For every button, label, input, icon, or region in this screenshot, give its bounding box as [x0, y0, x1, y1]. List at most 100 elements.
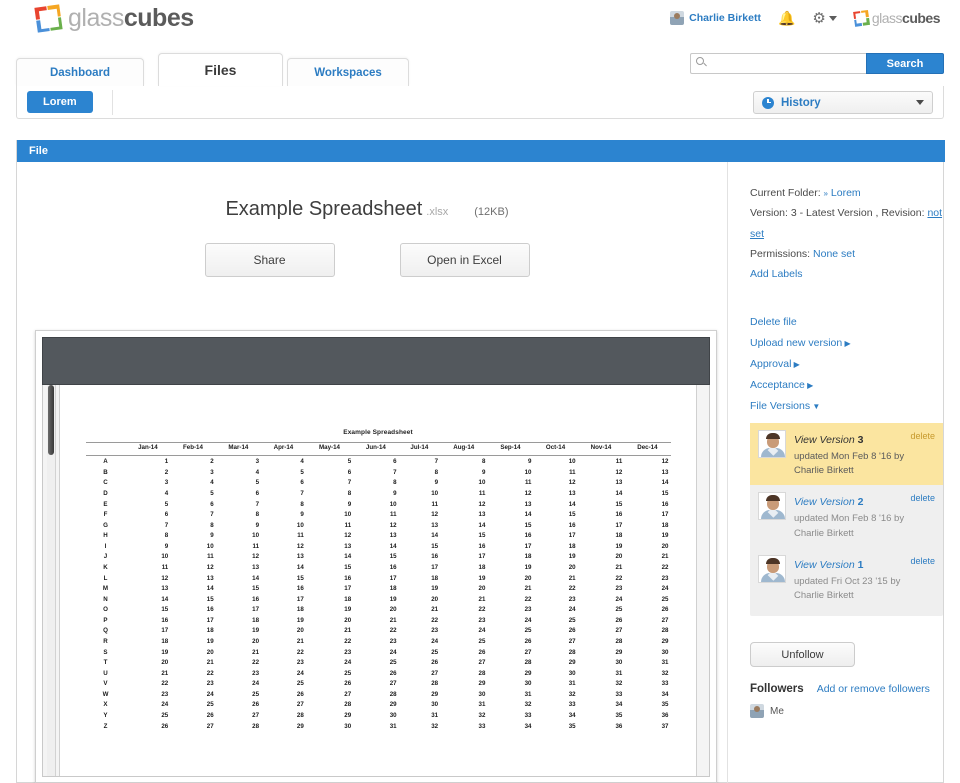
sidebar-action-label: File Versions: [750, 400, 810, 412]
spreadsheet-cell: 37: [624, 722, 670, 733]
current-folder-row: Current Folder: » Lorem: [750, 183, 945, 203]
spreadsheet-cell: 15: [399, 542, 441, 553]
sidebar-action-4[interactable]: File Versions ▼: [750, 396, 945, 417]
spreadsheet-cell: 18: [261, 605, 306, 616]
version-number: 1: [858, 559, 864, 571]
file-version-item[interactable]: View Version 3updated Mon Feb 8 '16 by C…: [750, 423, 943, 486]
viewer-scrollbar[interactable]: [47, 385, 56, 777]
view-version-link[interactable]: View Version: [794, 559, 858, 571]
spreadsheet-cell: 24: [399, 637, 441, 648]
spreadsheet-cell: 31: [578, 669, 625, 680]
spreadsheet-cell: 11: [126, 563, 171, 574]
spreadsheet-cell: 24: [170, 690, 215, 701]
spreadsheet-cell: 31: [534, 679, 578, 690]
spreadsheet-cell: 24: [487, 616, 533, 627]
spreadsheet-cell: 14: [399, 531, 441, 542]
spreadsheet-cell: 15: [534, 510, 578, 521]
version-author-avatar: [758, 555, 786, 583]
delete-version-link[interactable]: delete: [910, 493, 935, 503]
file-version-item[interactable]: View Version 2updated Mon Feb 8 '16 by C…: [750, 485, 943, 548]
spreadsheet-row-header: X: [86, 701, 126, 712]
spreadsheet-cell: 14: [353, 542, 398, 553]
spreadsheet-cell: 16: [353, 563, 398, 574]
delete-version-link[interactable]: delete: [910, 431, 935, 441]
history-dropdown[interactable]: History: [753, 91, 933, 114]
clock-icon: [762, 97, 774, 109]
document-viewer[interactable]: Example Spreadsheet Jan-14Feb-14Mar-14Ap…: [35, 330, 717, 783]
spreadsheet-row-header: M: [86, 584, 126, 595]
add-remove-followers-link[interactable]: Add or remove followers: [817, 683, 930, 695]
spreadsheet-row-header: E: [86, 500, 126, 511]
logo-wordmark: glasscubes: [68, 4, 194, 33]
spreadsheet-cell: 36: [624, 711, 670, 722]
spreadsheet-row-header: K: [86, 563, 126, 574]
file-version-item[interactable]: View Version 1updated Fri Oct 23 '15 by …: [750, 548, 943, 611]
app-logo[interactable]: glasscubes: [36, 4, 194, 33]
spreadsheet-cell: 25: [440, 637, 487, 648]
current-folder-link[interactable]: Lorem: [831, 187, 861, 199]
sidebar-action-0[interactable]: Delete file: [750, 312, 945, 333]
spreadsheet-cell: 27: [261, 701, 306, 712]
permissions-label: Permissions:: [750, 248, 810, 260]
sidebar-action-1[interactable]: Upload new version ▶: [750, 333, 945, 354]
spreadsheet-cell: 27: [534, 637, 578, 648]
spreadsheet-cell: 24: [534, 605, 578, 616]
spreadsheet-cell: 11: [353, 510, 398, 521]
view-version-link[interactable]: View Version: [794, 496, 858, 508]
triangle-down-icon: ▼: [810, 402, 820, 411]
spreadsheet-cell: 17: [440, 553, 487, 564]
permissions-value[interactable]: None set: [813, 248, 855, 260]
spreadsheet-cell: 26: [306, 679, 353, 690]
delete-version-link[interactable]: delete: [910, 556, 935, 566]
spreadsheet-cell: 24: [216, 679, 261, 690]
spreadsheet-cell: 6: [170, 500, 215, 511]
sidebar-action-3[interactable]: Acceptance ▶: [750, 375, 945, 396]
spreadsheet-cell: 31: [353, 722, 398, 733]
tab-dashboard[interactable]: Dashboard: [16, 58, 144, 86]
spreadsheet-row-header: I: [86, 542, 126, 553]
spreadsheet-cell: 23: [534, 595, 578, 606]
spreadsheet-cell: 15: [353, 553, 398, 564]
spreadsheet-cell: 23: [399, 627, 441, 638]
tab-files[interactable]: Files: [158, 53, 283, 86]
spreadsheet-cell: 7: [216, 500, 261, 511]
bell-icon[interactable]: 🔔: [778, 11, 795, 25]
workspace-chip-lorem[interactable]: Lorem: [27, 91, 93, 113]
viewer-stage: Example Spreadsheet Jan-14Feb-14Mar-14Ap…: [42, 385, 710, 777]
spreadsheet-cell: 25: [353, 658, 398, 669]
spreadsheet-cell: 23: [126, 690, 171, 701]
settings-menu[interactable]: ⚙: [812, 11, 836, 26]
user-menu[interactable]: Charlie Birkett: [670, 11, 761, 25]
spreadsheet-cell: 19: [399, 584, 441, 595]
spreadsheet-cell: 29: [534, 658, 578, 669]
spreadsheet-row-header: U: [86, 669, 126, 680]
view-version-link[interactable]: View Version: [794, 434, 858, 446]
spreadsheet-col-header: Oct-14: [534, 443, 578, 456]
open-in-excel-button[interactable]: Open in Excel: [400, 243, 530, 277]
spreadsheet-cell: 30: [353, 711, 398, 722]
spreadsheet-cell: 33: [578, 690, 625, 701]
spreadsheet-cell: 20: [399, 595, 441, 606]
spreadsheet-cell: 11: [487, 478, 533, 489]
sidebar-action-label: Upload new version: [750, 337, 842, 349]
version-row: Version: 3 - Latest Version , Revision: …: [750, 203, 945, 244]
spreadsheet-cell: 17: [170, 616, 215, 627]
viewer-toolbar[interactable]: [42, 337, 710, 385]
sidebar-action-2[interactable]: Approval ▶: [750, 354, 945, 375]
spreadsheet-cell: 20: [440, 584, 487, 595]
table-row: G789101112131415161718: [86, 521, 671, 532]
unfollow-button[interactable]: Unfollow: [750, 642, 855, 667]
tab-workspaces[interactable]: Workspaces: [287, 58, 409, 86]
spreadsheet-row-header: F: [86, 510, 126, 521]
spreadsheet-col-header: Sep-14: [487, 443, 533, 456]
spreadsheet-cell: 13: [216, 563, 261, 574]
document-page: Example Spreadsheet Jan-14Feb-14Mar-14Ap…: [59, 385, 697, 777]
table-row: D456789101112131415: [86, 489, 671, 500]
workspace-brand[interactable]: glasscubes: [854, 10, 940, 26]
spreadsheet-cell: 15: [624, 489, 670, 500]
spreadsheet-cell: 19: [126, 648, 171, 659]
spreadsheet-cell: 20: [216, 637, 261, 648]
scrollbar-thumb[interactable]: [48, 385, 54, 455]
share-button[interactable]: Share: [205, 243, 335, 277]
add-labels-link[interactable]: Add Labels: [750, 268, 803, 280]
